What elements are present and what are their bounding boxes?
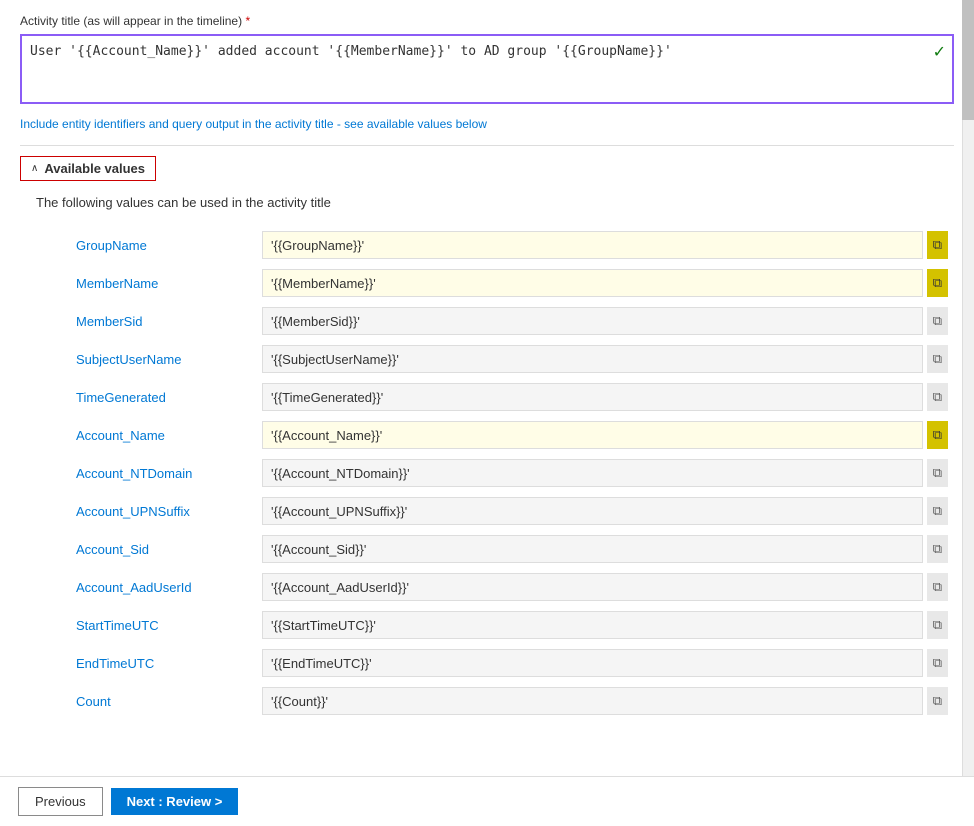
value-cell: ⧉ <box>256 302 954 340</box>
table-row: SubjectUserName ⧉ <box>36 340 954 378</box>
value-cell: ⧉ <box>256 416 954 454</box>
value-name: StartTimeUTC <box>36 606 256 644</box>
table-row: Account_NTDomain ⧉ <box>36 454 954 492</box>
activity-title-input[interactable] <box>20 34 954 104</box>
copy-button[interactable]: ⧉ <box>927 269 948 297</box>
table-row: Account_Name ⧉ <box>36 416 954 454</box>
copy-button[interactable]: ⧉ <box>927 459 948 487</box>
value-cell: ⧉ <box>256 264 954 302</box>
value-input[interactable] <box>262 421 923 449</box>
values-table: GroupName⧉MemberName⧉MemberSid⧉SubjectUs… <box>36 226 954 720</box>
copy-button[interactable]: ⧉ <box>927 307 948 335</box>
value-name: Account_UPNSuffix <box>36 492 256 530</box>
values-description: The following values can be used in the … <box>36 195 954 210</box>
value-name: Account_NTDomain <box>36 454 256 492</box>
value-cell: ⧉ <box>256 226 954 264</box>
value-input[interactable] <box>262 231 923 259</box>
value-cell: ⧉ <box>256 340 954 378</box>
value-cell: ⧉ <box>256 682 954 720</box>
value-input[interactable] <box>262 383 923 411</box>
value-name: Account_Name <box>36 416 256 454</box>
value-input[interactable] <box>262 345 923 373</box>
value-cell: ⧉ <box>256 378 954 416</box>
table-row: TimeGenerated ⧉ <box>36 378 954 416</box>
value-cell: ⧉ <box>256 492 954 530</box>
table-row: GroupName ⧉ <box>36 226 954 264</box>
value-input[interactable] <box>262 459 923 487</box>
next-review-button[interactable]: Next : Review > <box>111 788 239 815</box>
value-name: GroupName <box>36 226 256 264</box>
value-input[interactable] <box>262 269 923 297</box>
value-cell: ⧉ <box>256 568 954 606</box>
copy-button[interactable]: ⧉ <box>927 421 948 449</box>
value-cell: ⧉ <box>256 454 954 492</box>
value-name: MemberSid <box>36 302 256 340</box>
copy-button[interactable]: ⧉ <box>927 573 948 601</box>
table-row: Account_UPNSuffix ⧉ <box>36 492 954 530</box>
value-name: Account_AadUserId <box>36 568 256 606</box>
value-cell: ⧉ <box>256 530 954 568</box>
table-row: EndTimeUTC ⧉ <box>36 644 954 682</box>
value-name: EndTimeUTC <box>36 644 256 682</box>
copy-button[interactable]: ⧉ <box>927 649 948 677</box>
value-cell: ⧉ <box>256 644 954 682</box>
copy-button[interactable]: ⧉ <box>927 497 948 525</box>
textarea-wrapper: ✓ <box>20 34 954 107</box>
copy-button[interactable]: ⧉ <box>927 383 948 411</box>
value-cell: ⧉ <box>256 606 954 644</box>
value-name: SubjectUserName <box>36 340 256 378</box>
table-row: Account_AadUserId ⧉ <box>36 568 954 606</box>
table-row: Count ⧉ <box>36 682 954 720</box>
separator <box>20 145 954 146</box>
table-row: Account_Sid ⧉ <box>36 530 954 568</box>
value-input[interactable] <box>262 687 923 715</box>
value-name: Count <box>36 682 256 720</box>
available-values-label: Available values <box>44 161 145 176</box>
table-row: MemberName ⧉ <box>36 264 954 302</box>
value-input[interactable] <box>262 535 923 563</box>
value-input[interactable] <box>262 649 923 677</box>
check-icon: ✓ <box>933 42 946 62</box>
required-marker: * <box>245 14 250 28</box>
value-name: TimeGenerated <box>36 378 256 416</box>
copy-button[interactable]: ⧉ <box>927 345 948 373</box>
value-name: MemberName <box>36 264 256 302</box>
copy-button[interactable]: ⧉ <box>927 611 948 639</box>
previous-button[interactable]: Previous <box>18 787 103 816</box>
hint-text: Include entity identifiers and query out… <box>20 117 954 131</box>
footer-bar: Previous Next : Review > <box>0 776 974 826</box>
value-input[interactable] <box>262 573 923 601</box>
table-row: MemberSid ⧉ <box>36 302 954 340</box>
copy-button[interactable]: ⧉ <box>927 687 948 715</box>
table-row: StartTimeUTC ⧉ <box>36 606 954 644</box>
activity-title-label: Activity title (as will appear in the ti… <box>20 14 954 28</box>
value-input[interactable] <box>262 611 923 639</box>
available-values-toggle[interactable]: ∧ Available values <box>20 156 156 181</box>
chevron-up-icon: ∧ <box>31 163 38 174</box>
copy-button[interactable]: ⧉ <box>927 231 948 259</box>
value-name: Account_Sid <box>36 530 256 568</box>
value-input[interactable] <box>262 497 923 525</box>
main-content: Activity title (as will appear in the ti… <box>0 0 974 720</box>
value-input[interactable] <box>262 307 923 335</box>
copy-button[interactable]: ⧉ <box>927 535 948 563</box>
